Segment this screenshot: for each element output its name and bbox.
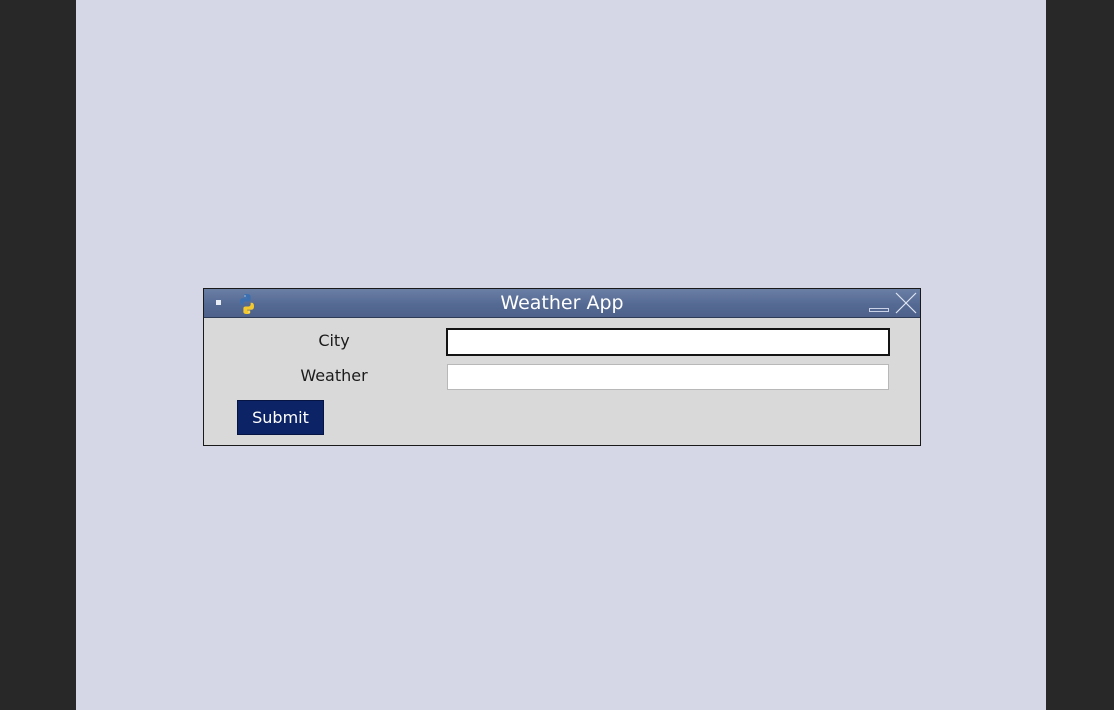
weather-app-window: Weather App City Weather Submit: [203, 288, 921, 446]
close-icon[interactable]: [894, 291, 918, 315]
city-input[interactable]: [446, 328, 890, 356]
window-title: Weather App: [500, 292, 624, 314]
title-bar[interactable]: Weather App: [204, 289, 920, 318]
submit-button[interactable]: Submit: [237, 400, 324, 435]
city-label: City: [318, 331, 350, 350]
weather-label: Weather: [300, 366, 368, 385]
minimize-icon[interactable]: [869, 308, 889, 312]
weather-field[interactable]: [447, 364, 889, 390]
